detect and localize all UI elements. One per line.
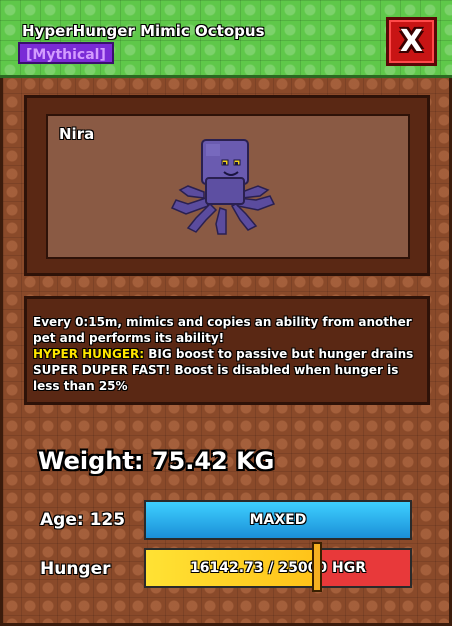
- pet-nickname: Nira: [59, 125, 95, 143]
- description-main: Every 0:15m, mimics and copies an abilit…: [33, 315, 412, 345]
- rarity-badge: [Mythical]: [18, 42, 114, 64]
- pet-species-title: HyperHunger Mimic Octopus: [22, 22, 265, 40]
- hunger-bar-value: 16142.73 / 25000 HGR: [190, 560, 366, 576]
- hunger-marker: [312, 542, 323, 592]
- age-bar: MAXED: [144, 500, 412, 540]
- pet-description: Every 0:15m, mimics and copies an abilit…: [33, 314, 425, 394]
- age-label: Age: 125: [40, 510, 126, 530]
- close-icon: X: [399, 24, 424, 59]
- weight-stat: Weight: 75.42 KG: [38, 447, 275, 475]
- hunger-label: Hunger: [40, 559, 111, 579]
- ability-name: HYPER HUNGER:: [33, 347, 145, 361]
- age-bar-value: MAXED: [249, 512, 307, 528]
- octopus-icon: [170, 139, 276, 235]
- close-button[interactable]: X: [386, 17, 437, 66]
- hunger-bar: 16142.73 / 25000 HGR: [144, 548, 412, 588]
